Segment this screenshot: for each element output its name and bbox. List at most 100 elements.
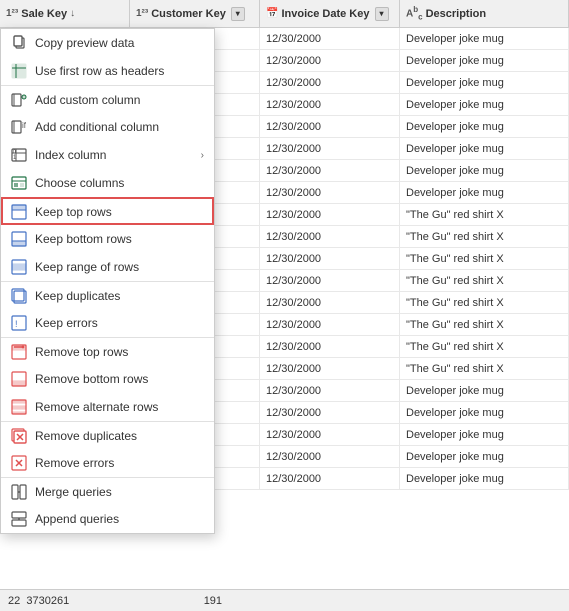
cell-desc: "The Gu" red shirt X	[400, 292, 569, 313]
menu-icon-keep-top-rows	[11, 204, 27, 220]
menu-label-remove-alternate-rows: Remove alternate rows	[35, 400, 204, 414]
menu-label-remove-top-rows: Remove top rows	[35, 345, 204, 359]
menu-item-keep-bottom-rows[interactable]: Keep bottom rows	[1, 225, 214, 253]
menu-icon-remove-alternate-rows	[11, 399, 27, 415]
cell-desc: Developer joke mug	[400, 28, 569, 49]
menu-label-keep-duplicates: Keep duplicates	[35, 289, 204, 303]
menu-icon-merge-queries	[11, 484, 27, 500]
col-header-description: Abc Description	[400, 0, 569, 27]
cell-desc: Developer joke mug	[400, 446, 569, 467]
menu-label-copy-preview: Copy preview data	[35, 36, 204, 50]
menu-item-remove-bottom-rows[interactable]: Remove bottom rows	[1, 365, 214, 393]
menu-icon-append-queries	[11, 511, 27, 527]
col-header-sale-key: 1²³ Sale Key ↓	[0, 0, 130, 27]
menu-icon-index-col: 1 n	[11, 147, 27, 163]
menu-label-add-custom-col: Add custom column	[35, 93, 204, 107]
sale-key-type-icon: 1²³	[6, 8, 18, 19]
menu-item-keep-duplicates[interactable]: Keep duplicates	[1, 281, 214, 309]
cell-desc: "The Gu" red shirt X	[400, 270, 569, 291]
menu-item-add-conditional-col[interactable]: if Add conditional column	[1, 113, 214, 141]
svg-text:n: n	[13, 149, 16, 155]
cell-invoice: 12/30/2000	[260, 50, 400, 71]
customer-key-dropdown[interactable]: ▾	[231, 7, 245, 21]
menu-label-remove-errors: Remove errors	[35, 456, 204, 470]
cell-invoice: 12/30/2000	[260, 292, 400, 313]
table-area: 1²³ Sale Key ↓ 1²³ Customer Key ▾ 📅 Invo…	[0, 0, 569, 611]
menu-label-index-col: Index column	[35, 148, 193, 162]
menu-item-remove-alternate-rows[interactable]: Remove alternate rows	[1, 393, 214, 421]
cell-invoice: 12/30/2000	[260, 314, 400, 335]
table-header: 1²³ Sale Key ↓ 1²³ Customer Key ▾ 📅 Invo…	[0, 0, 569, 28]
menu-item-choose-cols[interactable]: Choose columns	[1, 169, 214, 197]
menu-icon-remove-duplicates	[11, 428, 27, 444]
sale-key-sort-icon: ↓	[70, 8, 75, 19]
cell-desc: Developer joke mug	[400, 138, 569, 159]
cell-invoice: 12/30/2000	[260, 248, 400, 269]
menu-item-keep-errors[interactable]: ! Keep errors	[1, 309, 214, 337]
menu-label-add-conditional-col: Add conditional column	[35, 120, 204, 134]
menu-submenu-arrow: ›	[201, 150, 204, 161]
menu-icon-keep-duplicates	[11, 288, 27, 304]
menu-icon-remove-top-rows	[11, 344, 27, 360]
menu-item-remove-errors[interactable]: Remove errors	[1, 449, 214, 477]
footer-customer-val: 191	[204, 595, 222, 607]
footer-row-num: 22	[8, 595, 20, 607]
col-customer-key-label: Customer Key	[151, 8, 226, 20]
cell-invoice: 12/30/2000	[260, 468, 400, 489]
cell-invoice: 12/30/2000	[260, 28, 400, 49]
cell-desc: Developer joke mug	[400, 468, 569, 489]
menu-item-append-queries[interactable]: Append queries	[1, 505, 214, 533]
menu-item-copy-preview[interactable]: Copy preview data	[1, 29, 214, 57]
cell-invoice: 12/30/2000	[260, 204, 400, 225]
svg-text:!: !	[15, 319, 18, 329]
menu-item-index-col[interactable]: 1 n Index column ›	[1, 141, 214, 169]
table-footer: 22 3730261 191	[0, 589, 569, 611]
col-sale-key-label: Sale Key	[21, 8, 67, 20]
col-description-label: Description	[426, 8, 487, 20]
cell-desc: "The Gu" red shirt X	[400, 226, 569, 247]
context-menu: Copy preview data Use first row as heade…	[0, 28, 215, 534]
menu-item-remove-top-rows[interactable]: Remove top rows	[1, 337, 214, 365]
cell-desc: Developer joke mug	[400, 424, 569, 445]
invoice-date-type-icon: 📅	[266, 8, 278, 19]
cell-invoice: 12/30/2000	[260, 116, 400, 137]
menu-item-add-custom-col[interactable]: Add custom column	[1, 85, 214, 113]
menu-icon-add-custom-col	[11, 92, 27, 108]
cell-desc: "The Gu" red shirt X	[400, 248, 569, 269]
cell-desc: "The Gu" red shirt X	[400, 204, 569, 225]
cell-invoice: 12/30/2000	[260, 270, 400, 291]
menu-label-keep-bottom-rows: Keep bottom rows	[35, 232, 204, 246]
col-header-invoice-date: 📅 Invoice Date Key ▾	[260, 0, 400, 27]
invoice-date-dropdown[interactable]: ▾	[375, 7, 389, 21]
menu-icon-keep-errors: !	[11, 315, 27, 331]
menu-item-keep-range-rows[interactable]: Keep range of rows	[1, 253, 214, 281]
menu-item-remove-duplicates[interactable]: Remove duplicates	[1, 421, 214, 449]
customer-key-type-icon: 1²³	[136, 8, 148, 19]
menu-label-append-queries: Append queries	[35, 512, 204, 526]
menu-label-remove-bottom-rows: Remove bottom rows	[35, 372, 204, 386]
cell-invoice: 12/30/2000	[260, 138, 400, 159]
menu-item-keep-top-rows[interactable]: Keep top rows	[1, 197, 214, 225]
menu-icon-remove-errors	[11, 455, 27, 471]
cell-desc: Developer joke mug	[400, 116, 569, 137]
col-invoice-date-label: Invoice Date Key	[281, 8, 369, 20]
cell-invoice: 12/30/2000	[260, 72, 400, 93]
menu-item-merge-queries[interactable]: Merge queries	[1, 477, 214, 505]
menu-label-use-first-row: Use first row as headers	[35, 64, 204, 78]
cell-desc: "The Gu" red shirt X	[400, 358, 569, 379]
cell-desc: Developer joke mug	[400, 182, 569, 203]
svg-text:if: if	[22, 121, 27, 130]
menu-label-choose-cols: Choose columns	[35, 176, 204, 190]
cell-desc: "The Gu" red shirt X	[400, 336, 569, 357]
description-type-icon: Abc	[406, 5, 423, 21]
menu-item-use-first-row[interactable]: Use first row as headers	[1, 57, 214, 85]
cell-desc: Developer joke mug	[400, 380, 569, 401]
menu-icon-keep-bottom-rows	[11, 231, 27, 247]
cell-invoice: 12/30/2000	[260, 446, 400, 467]
menu-label-merge-queries: Merge queries	[35, 485, 204, 499]
cell-invoice: 12/30/2000	[260, 336, 400, 357]
menu-label-keep-errors: Keep errors	[35, 316, 204, 330]
menu-icon-keep-range-rows	[11, 259, 27, 275]
cell-desc: Developer joke mug	[400, 50, 569, 71]
menu-label-keep-top-rows: Keep top rows	[35, 205, 204, 219]
